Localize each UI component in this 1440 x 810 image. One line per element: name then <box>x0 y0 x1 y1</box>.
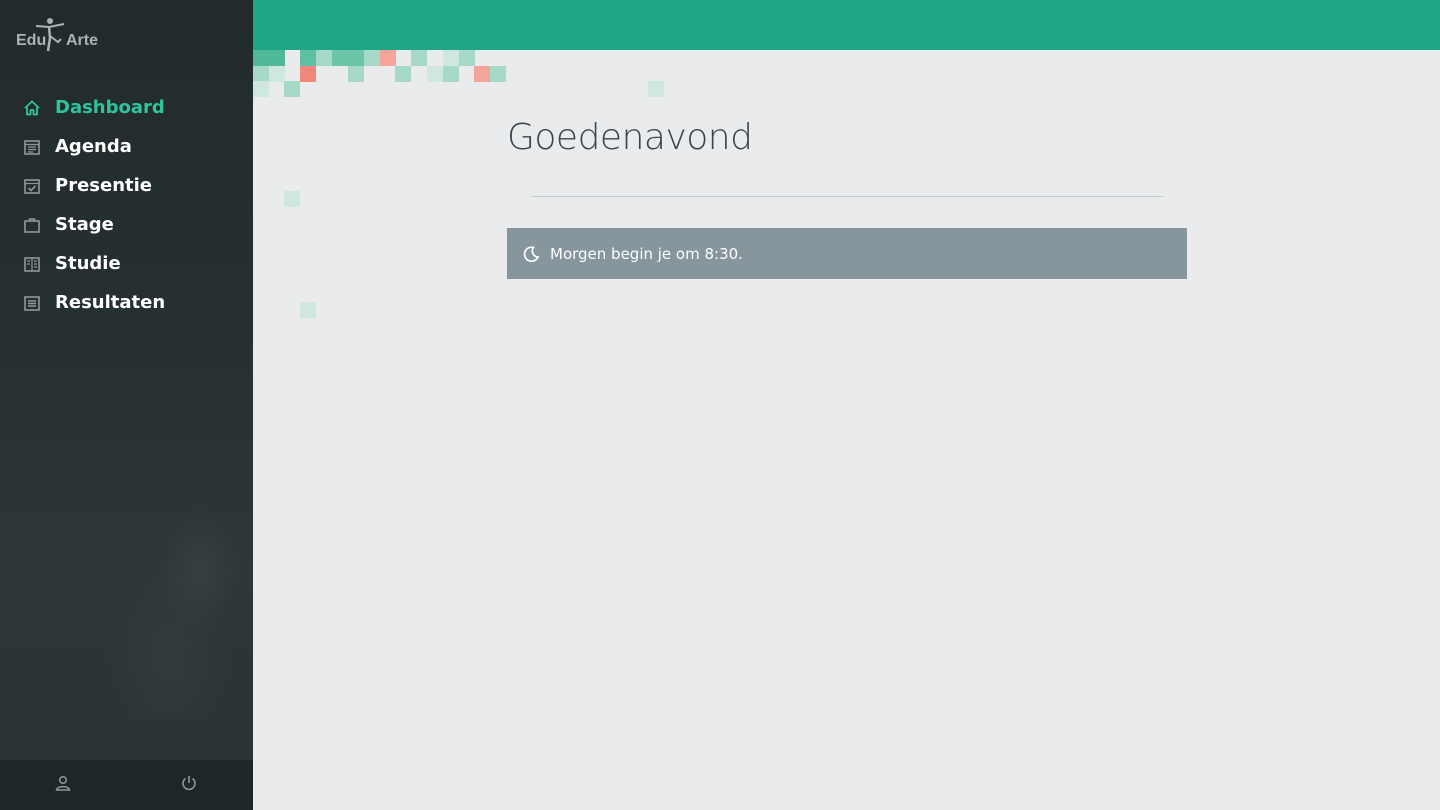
sidebar-item-studie[interactable]: Studie <box>0 244 253 283</box>
dancer-icon <box>35 18 65 52</box>
sidebar-item-resultaten[interactable]: Resultaten <box>0 283 253 322</box>
moon-icon <box>521 244 541 264</box>
sidebar-item-presentie[interactable]: Presentie <box>0 166 253 205</box>
sidebar-item-label: Resultaten <box>55 292 166 313</box>
sidebar-item-label: Dashboard <box>55 97 165 118</box>
eduarte-logo[interactable]: Edu Arte <box>16 16 106 56</box>
user-icon <box>54 774 72 796</box>
sidebar-item-label: Presentie <box>55 175 152 196</box>
sidebar-item-dashboard[interactable]: Dashboard <box>0 88 253 127</box>
logo-text-right: Arte <box>66 32 99 49</box>
book-icon <box>22 254 42 274</box>
list-icon <box>22 293 42 313</box>
sidebar-item-stage[interactable]: Stage <box>0 205 253 244</box>
sidebar: Edu Arte Dashboard Agenda Presentie Stag… <box>0 0 253 810</box>
page-title: Goedenavond <box>507 117 753 158</box>
calendar-icon <box>22 137 42 157</box>
profile-button[interactable] <box>0 760 126 810</box>
main-navigation: Dashboard Agenda Presentie Stage Studie <box>0 88 253 322</box>
sidebar-footer <box>0 760 253 810</box>
calendar-check-icon <box>22 176 42 196</box>
divider <box>531 196 1163 197</box>
briefcase-icon <box>22 215 42 235</box>
top-bar <box>253 0 1440 50</box>
home-icon <box>22 98 42 118</box>
notice-text: Morgen begin je om 8:30. <box>550 244 743 263</box>
sidebar-item-label: Studie <box>55 253 121 274</box>
dashboard-content: Goedenavond Morgen begin je om 8:30. <box>507 110 1187 279</box>
logout-button[interactable] <box>126 760 252 810</box>
sidebar-item-label: Agenda <box>55 136 132 157</box>
sidebar-item-label: Stage <box>55 214 114 235</box>
power-icon <box>180 774 198 796</box>
schedule-notice: Morgen begin je om 8:30. <box>507 228 1187 279</box>
sidebar-item-agenda[interactable]: Agenda <box>0 127 253 166</box>
